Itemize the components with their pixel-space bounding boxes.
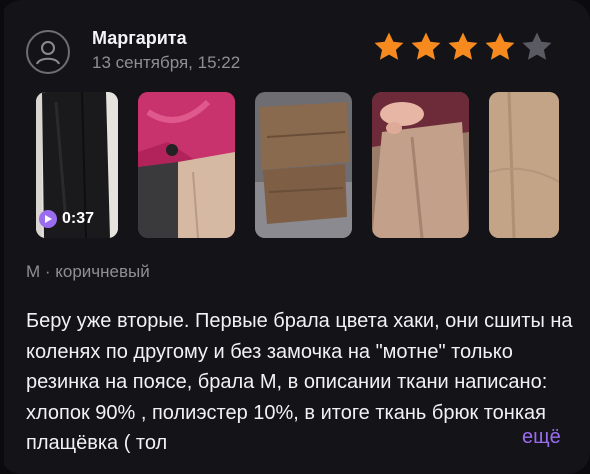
star-icon (374, 32, 404, 60)
text-fade (470, 428, 520, 458)
media-thumb-photo[interactable] (255, 92, 352, 238)
media-thumb-photo[interactable] (372, 92, 469, 238)
author-name[interactable]: Маргарита (92, 28, 187, 49)
play-icon (39, 210, 57, 228)
star-icon (522, 32, 552, 60)
media-thumb-photo[interactable] (489, 92, 559, 238)
video-duration-badge: 0:37 (39, 210, 94, 228)
media-thumb-video[interactable]: 0:37 (36, 92, 118, 238)
product-variant: M · коричневый (26, 262, 150, 281)
review-card: Маргарита 13 сентября, 15:22 0:37 M · ко… (0, 0, 590, 474)
read-more-link[interactable]: ещё (520, 426, 561, 449)
rating-stars (372, 30, 554, 64)
media-thumb-photo[interactable] (138, 92, 235, 238)
star-icon (411, 32, 441, 60)
video-duration: 0:37 (62, 210, 95, 227)
media-gallery: 0:37 (36, 92, 559, 238)
user-avatar-icon[interactable] (26, 30, 70, 74)
star-icon (485, 32, 515, 60)
star-icon (448, 32, 478, 60)
review-date: 13 сентября, 15:22 (92, 53, 241, 72)
